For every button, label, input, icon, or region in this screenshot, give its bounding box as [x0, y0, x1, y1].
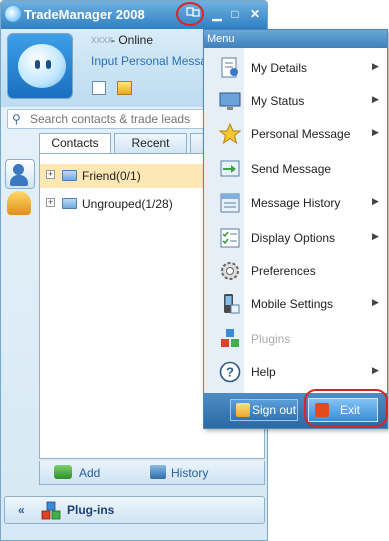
search-box[interactable]: ⚲	[7, 109, 207, 129]
menu-item-message-history[interactable]: Message History ▶	[204, 187, 387, 219]
search-input[interactable]	[30, 112, 205, 126]
search-icon: ⚲	[12, 112, 21, 126]
user-status[interactable]: - Online	[111, 33, 153, 47]
close-button[interactable]: ✕	[247, 6, 263, 22]
plugins-icon	[221, 329, 239, 347]
menu-item-help[interactable]: ? Help ▶	[204, 356, 387, 388]
submenu-arrow-icon: ▶	[372, 297, 379, 307]
submenu-arrow-icon: ▶	[372, 94, 379, 104]
add-contact-button[interactable]: Add	[79, 466, 100, 480]
display-options-icon	[220, 228, 240, 248]
menu-item-mobile-settings[interactable]: Mobile Settings ▶	[204, 288, 387, 320]
window-title: TradeManager 2008	[24, 7, 145, 22]
menu-item-my-details[interactable]: My Details ▶	[204, 52, 387, 84]
title-bar[interactable]: TradeManager 2008 ▁ □ ✕	[1, 1, 267, 29]
menu-item-label: Display Options	[251, 231, 336, 245]
submenu-arrow-icon: ▶	[372, 365, 379, 375]
history-icon[interactable]	[150, 465, 166, 479]
contacts-side-icon[interactable]	[5, 159, 35, 189]
mailbox-icon[interactable]	[117, 81, 132, 95]
expand-icon[interactable]: +	[46, 198, 55, 207]
submenu-arrow-icon: ▶	[372, 61, 379, 71]
menu-item-personal-message[interactable]: Personal Message ▶	[204, 118, 387, 150]
bell-icon[interactable]	[7, 191, 31, 215]
plugins-cubes-icon	[41, 501, 61, 520]
menu-header: Menu	[204, 30, 387, 48]
group-label: Friend(0/1)	[82, 169, 141, 183]
menu-item-my-status[interactable]: My Status ▶	[204, 85, 387, 117]
submenu-arrow-icon: ▶	[372, 127, 379, 137]
personal-message-field[interactable]: Input Personal Message	[91, 54, 211, 68]
folder-icon	[62, 198, 77, 209]
menu-item-preferences[interactable]: Preferences	[204, 255, 387, 287]
group-label: Ungrouped(1/28)	[82, 197, 173, 211]
gear-icon	[221, 262, 239, 280]
send-message-icon	[220, 160, 240, 177]
add-contact-icon[interactable]	[54, 465, 72, 479]
contact-actions-bar: Add History	[39, 461, 265, 485]
help-icon: ?	[219, 361, 241, 383]
tab-bar: Contacts Recent	[39, 133, 219, 153]
menu-item-label: Plugins	[251, 332, 291, 346]
avatar[interactable]	[7, 33, 73, 99]
menu-items: My Details ▶ My Status ▶ Personal Messag…	[204, 48, 387, 393]
menu-item-label: Mobile Settings	[251, 297, 334, 311]
sign-out-label: Sign out	[252, 403, 297, 417]
expand-icon[interactable]: +	[46, 170, 55, 179]
monitor-icon	[219, 92, 241, 110]
app-logo-icon	[5, 6, 21, 22]
maximize-button[interactable]: □	[227, 6, 243, 22]
details-icon	[221, 57, 238, 78]
history-button[interactable]: History	[171, 466, 208, 480]
submenu-arrow-icon: ▶	[372, 231, 379, 241]
menu-item-label: My Status	[251, 94, 305, 108]
menu-item-display-options[interactable]: Display Options ▶	[204, 222, 387, 254]
menu-item-label: Message History	[251, 196, 341, 210]
menu-item-label: Send Message	[251, 162, 332, 176]
menu-item-plugins: Plugins	[204, 323, 387, 355]
menu-item-label: My Details	[251, 61, 308, 75]
annotation-circle-exit-button	[304, 389, 388, 427]
sign-out-button[interactable]: Sign out	[230, 399, 298, 421]
menu-item-label: Preferences	[251, 264, 316, 278]
plugins-bar[interactable]: « Plug-ins	[4, 496, 265, 524]
tab-recent[interactable]: Recent	[114, 133, 187, 153]
collapse-chevron-icon[interactable]: «	[18, 503, 25, 517]
folder-icon	[62, 170, 77, 181]
minimize-button[interactable]: ▁	[209, 6, 225, 22]
key-icon	[236, 403, 250, 417]
menu-item-label: Personal Message	[251, 127, 351, 141]
main-menu-popup: Menu My Details ▶ My Status ▶ Personal M…	[203, 29, 388, 429]
annotation-circle-menu-button	[176, 2, 204, 26]
star-icon	[219, 123, 241, 145]
contact-card-icon[interactable]	[92, 81, 106, 95]
tab-contacts[interactable]: Contacts	[39, 133, 111, 153]
menu-item-send-message[interactable]: Send Message	[204, 153, 387, 185]
mobile-icon	[224, 294, 240, 314]
submenu-arrow-icon: ▶	[372, 196, 379, 206]
menu-item-label: Help	[251, 365, 276, 379]
plugins-label: Plug-ins	[67, 503, 115, 517]
user-name: xxxx	[91, 34, 113, 46]
svg-text:?: ?	[226, 365, 234, 380]
avatar-face-icon	[18, 44, 66, 88]
message-history-icon	[220, 193, 240, 213]
